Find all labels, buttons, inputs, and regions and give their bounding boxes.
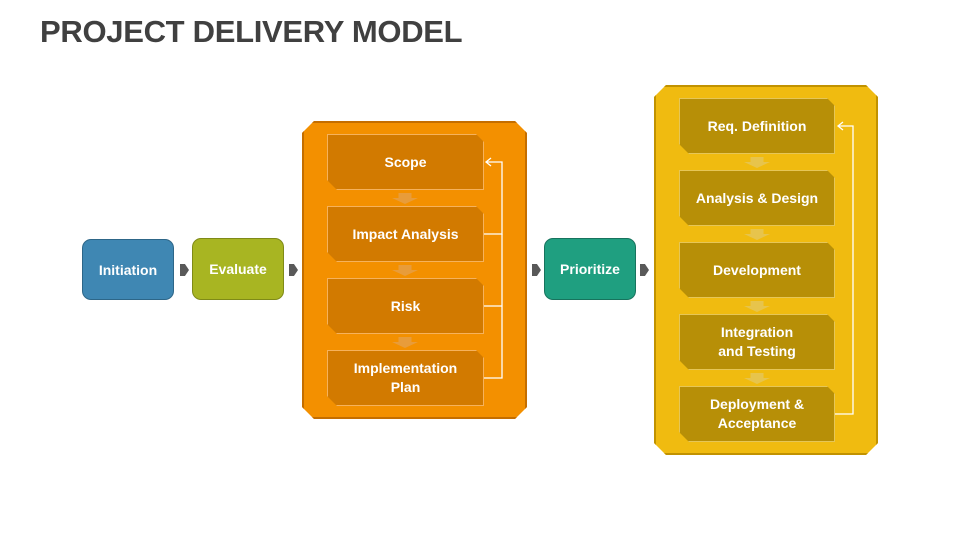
delivery-feedback-line: [835, 125, 854, 415]
feedback-loop-lines: [484, 121, 854, 415]
planning-feedback-line: [484, 161, 503, 235]
